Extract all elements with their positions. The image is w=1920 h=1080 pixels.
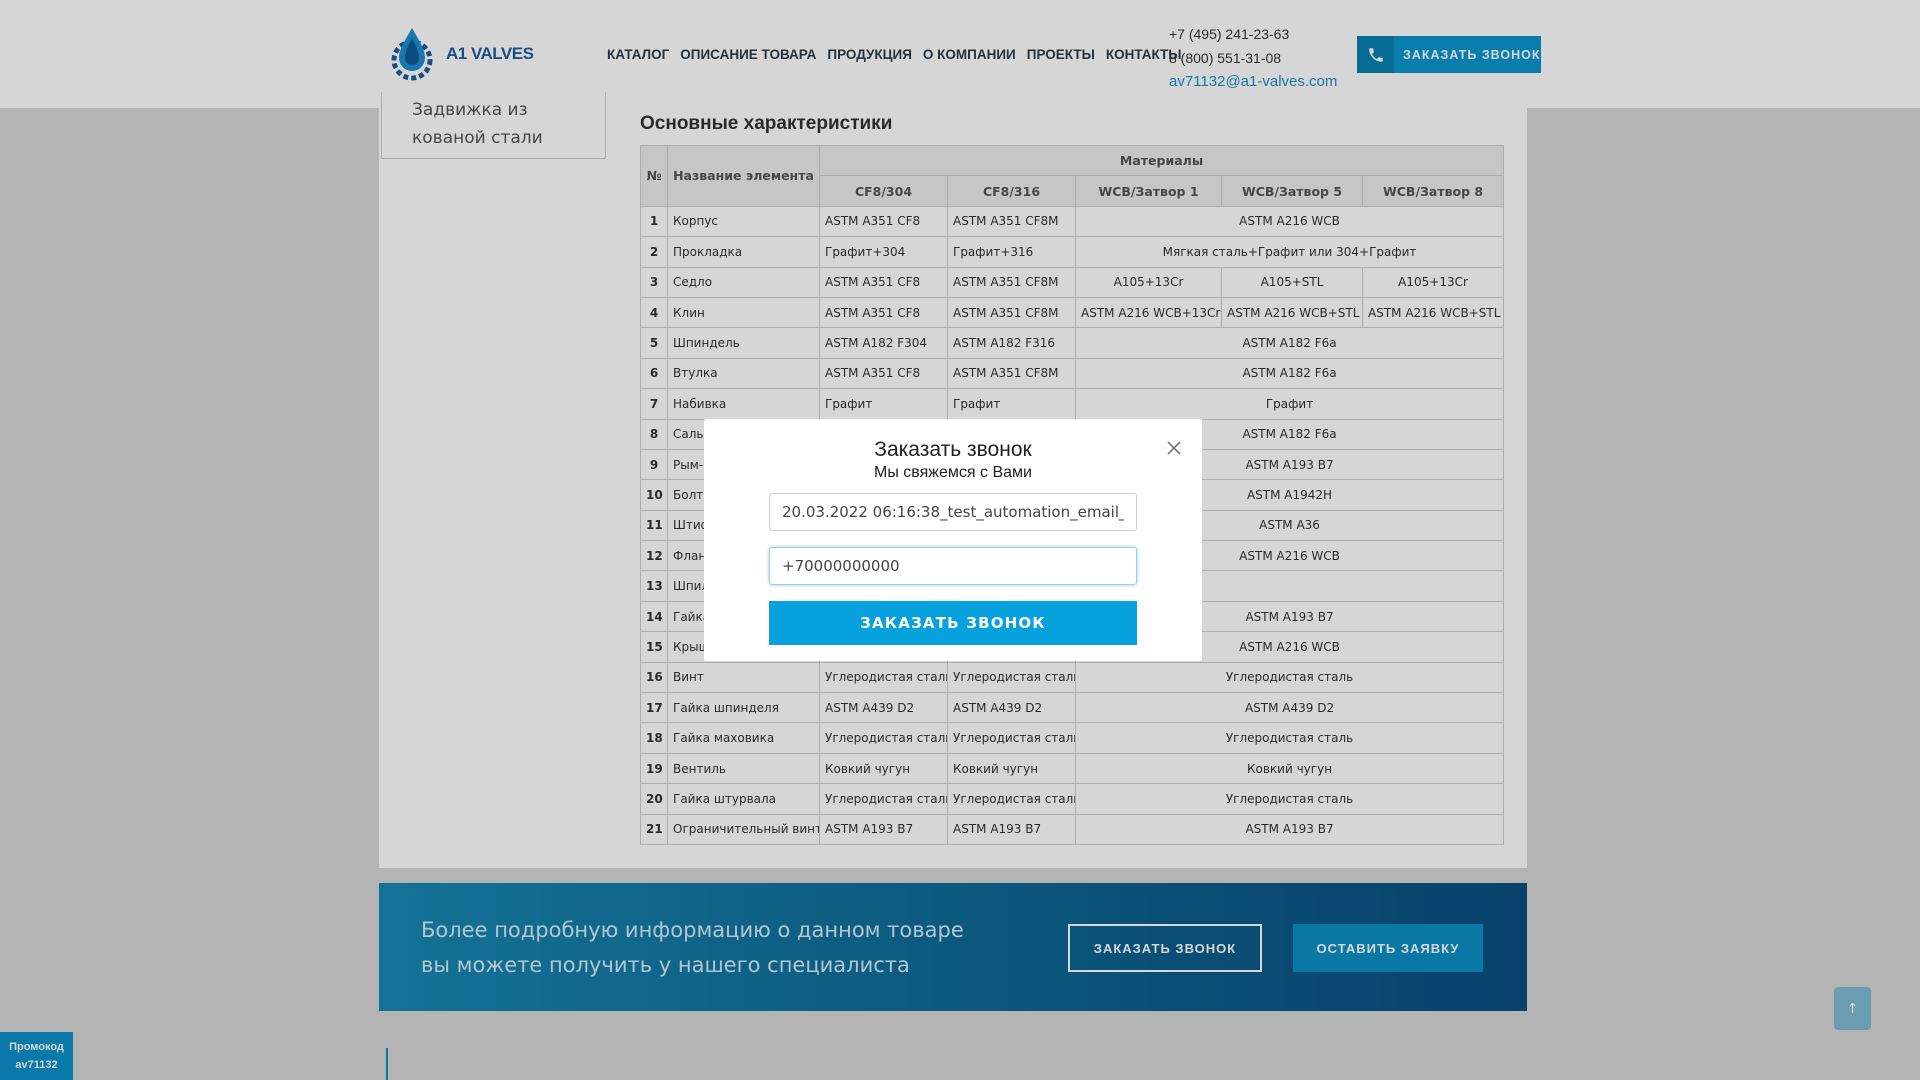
close-icon[interactable]: [1165, 439, 1183, 457]
modal-subtitle: Мы свяжемся с Вами: [874, 464, 1032, 481]
modal-title: Заказать звонок: [874, 438, 1032, 461]
phone-field[interactable]: [769, 547, 1137, 585]
modal-submit-button[interactable]: ЗАКАЗАТЬ ЗВОНОК: [769, 601, 1137, 645]
name-field[interactable]: [769, 493, 1137, 531]
callback-modal: Заказать звонок Мы свяжемся с Вами ЗАКАЗ…: [704, 419, 1202, 661]
